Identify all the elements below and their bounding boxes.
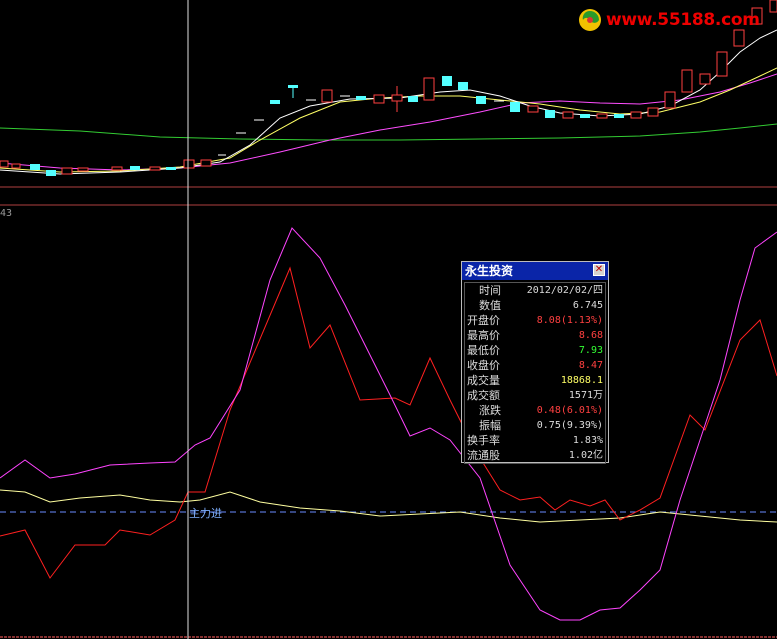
candle: [510, 102, 520, 112]
watermark-text: www.55188.com: [606, 10, 760, 30]
indicator-magenta-line: [0, 227, 777, 621]
info-row: 流通股 1.02亿: [465, 448, 605, 463]
candle: [200, 159, 212, 167]
info-row-label: 振幅: [479, 419, 501, 432]
info-row-label: 成交额: [467, 389, 500, 402]
info-row-label: 开盘价: [467, 314, 500, 327]
candle: [458, 82, 468, 90]
candle: [149, 166, 161, 171]
candle: [596, 113, 608, 119]
swirl-logo-icon: [579, 9, 601, 31]
ma-mid-line: [0, 67, 777, 173]
candle: [111, 166, 123, 171]
info-row-value: 1.02亿: [568, 450, 603, 461]
info-row-value: 1.83%: [572, 435, 603, 446]
info-row-value: 8.68: [578, 330, 603, 341]
info-row: 开盘价 8.08(1.13%): [465, 313, 605, 328]
candle: [681, 69, 693, 93]
watermark: www.55188.com: [578, 6, 760, 34]
info-row: 换手率 1.83%: [465, 433, 605, 448]
indicator-scale-label: 43: [0, 208, 13, 219]
info-row-label: 时间: [479, 284, 501, 297]
info-row-label: 数值: [479, 299, 501, 312]
info-row: 时间 2012/02/02/四: [465, 283, 605, 298]
info-row-value: 7.93: [578, 345, 603, 356]
info-window-titlebar[interactable]: 永生投资 ✕: [462, 262, 608, 280]
info-row-value: 8.47: [578, 360, 603, 371]
candle: [0, 160, 9, 168]
candle: [77, 167, 89, 172]
candle: [183, 159, 195, 169]
info-row-value: 0.48(6.01%): [536, 405, 603, 416]
candle: [614, 114, 624, 118]
candle: [356, 96, 366, 100]
info-row-value: 6.745: [572, 300, 603, 311]
info-row: 成交额 1571万: [465, 388, 605, 403]
candle: [423, 77, 435, 101]
info-row: 最高价 8.68: [465, 328, 605, 343]
info-row-value: 18868.1: [560, 375, 603, 386]
candle: [630, 111, 642, 119]
info-row: 涨跌 0.48(6.01%): [465, 403, 605, 418]
info-row-label: 最低价: [467, 344, 500, 357]
info-row-value: 8.08(1.13%): [536, 315, 603, 326]
candle: [647, 107, 659, 117]
info-row-label: 成交量: [467, 374, 500, 387]
candle: [476, 96, 486, 104]
candle: [61, 167, 73, 175]
candle: [270, 100, 280, 104]
candle: [527, 105, 539, 113]
candle: [580, 114, 590, 118]
candle: [716, 51, 728, 77]
indicator-red-line: [0, 266, 777, 579]
candle: [11, 163, 21, 169]
info-row: 收盘价 8.47: [465, 358, 605, 373]
indicator-yellow-line: [0, 489, 777, 523]
info-row: 成交量 18868.1: [465, 373, 605, 388]
info-row-label: 流通股: [467, 449, 500, 462]
candle: [769, 0, 777, 13]
info-row-value: 1571万: [568, 390, 603, 401]
candle: [545, 110, 555, 118]
info-row-label: 最高价: [467, 329, 500, 342]
candle: [30, 164, 40, 170]
info-rows: 时间 2012/02/02/四数值 6.745 开盘价 8.08(1.13%) 最高价 8.…: [464, 282, 606, 464]
info-row: 数值 6.745: [465, 298, 605, 313]
candle: [46, 170, 56, 176]
candle: [166, 167, 176, 170]
info-row-label: 换手率: [467, 434, 500, 447]
candle: [442, 76, 452, 86]
candle: [699, 73, 711, 85]
candle: [391, 94, 403, 102]
info-row: 最低价 7.93: [465, 343, 605, 358]
info-row: 振幅 0.75(9.39%): [465, 418, 605, 433]
close-x-icon[interactable]: ✕: [593, 264, 605, 276]
candle: [373, 94, 385, 104]
info-window[interactable]: 永生投资 ✕ 时间 2012/02/02/四数值 6.745 开盘价 8.08(1.13…: [461, 261, 609, 464]
info-row-value: 0.75(9.39%): [536, 420, 603, 431]
info-row-value: 2012/02/02/四: [526, 285, 603, 296]
signal-marker-label: 主力进: [189, 507, 222, 520]
ma-long-line: [0, 73, 777, 171]
ma-longest-line: [0, 123, 777, 141]
info-window-title: 永生投资: [465, 264, 514, 278]
candle: [321, 89, 333, 103]
candle: [130, 166, 140, 170]
candle: [664, 91, 676, 109]
candle: [408, 96, 418, 102]
info-row-label: 涨跌: [479, 404, 501, 417]
chart-canvas[interactable]: [0, 0, 777, 639]
info-row-label: 收盘价: [467, 359, 500, 372]
candle: [562, 111, 574, 119]
candle: [288, 85, 298, 88]
